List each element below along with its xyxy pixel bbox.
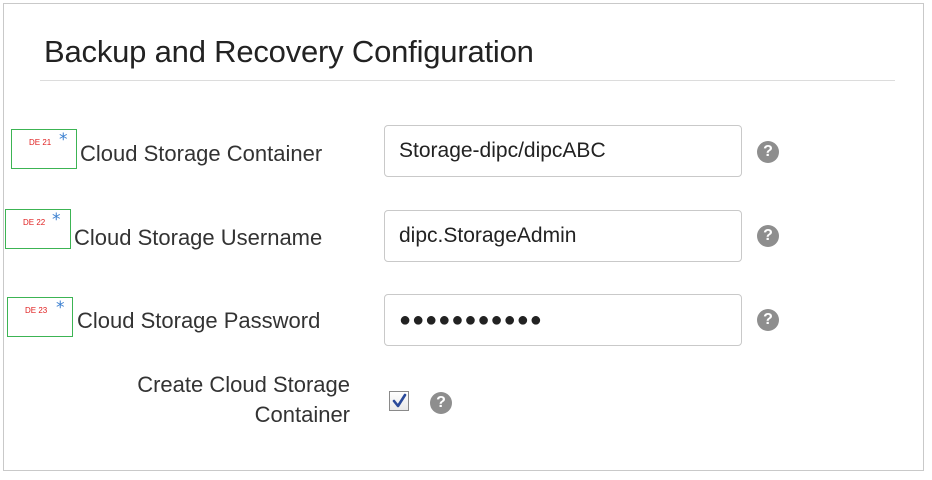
- create-container-label-line2: Container: [254, 402, 350, 427]
- annotation-code: DE 23: [25, 306, 48, 315]
- create-container-checkbox[interactable]: [389, 391, 409, 411]
- required-star-icon: *: [59, 130, 68, 150]
- help-icon[interactable]: ?: [430, 392, 452, 414]
- username-input[interactable]: [384, 210, 742, 262]
- help-icon[interactable]: ?: [757, 225, 779, 247]
- section-title: Backup and Recovery Configuration: [44, 34, 534, 69]
- annotation-code: DE 22: [23, 218, 46, 227]
- password-input[interactable]: [384, 294, 742, 346]
- container-input[interactable]: [384, 125, 742, 177]
- help-icon[interactable]: ?: [757, 141, 779, 163]
- required-star-icon: *: [56, 298, 65, 318]
- create-container-label-line1: Create Cloud Storage: [137, 372, 350, 397]
- password-label: Cloud Storage Password: [77, 308, 321, 333]
- title-divider: [40, 80, 895, 81]
- annotation-box-de21: DE 21 *: [11, 129, 77, 169]
- create-container-label: Create Cloud Storage Container: [137, 370, 350, 430]
- annotation-code: DE 21: [29, 138, 52, 147]
- username-label: Cloud Storage Username: [74, 225, 323, 250]
- checkmark-icon: [392, 393, 407, 408]
- help-icon[interactable]: ?: [757, 309, 779, 331]
- required-star-icon: *: [52, 210, 61, 230]
- container-label: Cloud Storage Container: [80, 141, 323, 166]
- annotation-box-de22: DE 22 *: [5, 209, 71, 249]
- annotation-box-de23: DE 23 *: [7, 297, 73, 337]
